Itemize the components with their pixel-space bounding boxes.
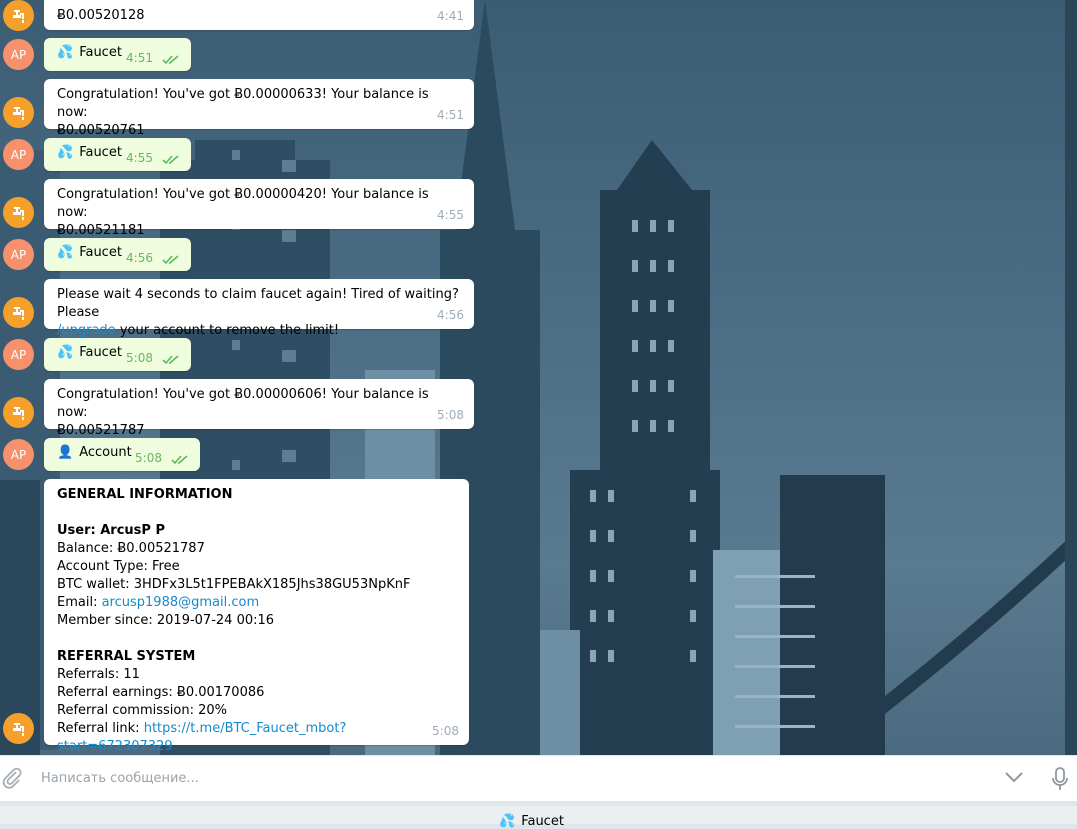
btc-wallet: BTC wallet: 3HDFx3L5t1FPEBAkX185Jhs38GU5… bbox=[57, 577, 411, 592]
user-avatar[interactable]: AP bbox=[3, 339, 34, 370]
message-time: 5:08 bbox=[135, 451, 162, 465]
referral-earnings: Referral earnings: Ƀ0.00170086 bbox=[57, 685, 265, 700]
account-type: Account Type: Free bbox=[57, 559, 180, 574]
message-text: your account to remove the limit! bbox=[115, 323, 340, 338]
balance: Balance: Ƀ0.00521787 bbox=[57, 541, 205, 556]
section-heading: REFERRAL SYSTEM bbox=[57, 649, 196, 664]
droplets-icon: 💦 bbox=[57, 45, 74, 60]
chat-background: Ƀ0.00520128 4:41 AP 💦 Faucet 4:51 Congrat… bbox=[0, 0, 1077, 755]
faucet-tap-icon bbox=[12, 206, 24, 220]
message-text: Account bbox=[79, 445, 132, 460]
double-check-icon bbox=[162, 255, 179, 265]
double-check-icon bbox=[162, 55, 179, 65]
message-time: 4:56 bbox=[437, 308, 464, 322]
droplets-icon: 💦 bbox=[57, 145, 74, 160]
message-time: 4:51 bbox=[437, 108, 464, 122]
message-time: 5:08 bbox=[126, 351, 153, 365]
faucet-tap-icon bbox=[12, 9, 24, 23]
bot-avatar[interactable] bbox=[3, 297, 34, 328]
message-time: 5:08 bbox=[432, 724, 459, 738]
message-text: Faucet bbox=[79, 245, 122, 260]
referral-commission: Referral commission: 20% bbox=[57, 703, 227, 718]
message-text: Congratulation! You've got Ƀ0.00000633! … bbox=[57, 87, 429, 120]
member-since: Member since: 2019-07-24 00:16 bbox=[57, 613, 275, 628]
message-text: Faucet bbox=[79, 345, 122, 360]
message-text: Please wait 4 seconds to claim faucet ag… bbox=[57, 287, 459, 320]
faucet-tap-icon bbox=[12, 722, 24, 736]
faucet-tap-icon bbox=[12, 106, 24, 120]
bot-avatar[interactable] bbox=[3, 713, 34, 744]
droplets-icon: 💦 bbox=[499, 814, 516, 829]
microphone-icon[interactable] bbox=[1050, 767, 1070, 791]
keyboard-button-faucet[interactable]: 💦 Faucet bbox=[499, 814, 564, 829]
section-heading: GENERAL INFORMATION bbox=[57, 487, 233, 502]
bot-avatar[interactable] bbox=[3, 197, 34, 228]
message-text: Ƀ0.00520128 bbox=[57, 8, 145, 23]
double-check-icon bbox=[162, 355, 179, 365]
referral-link-label: Referral link: bbox=[57, 721, 144, 736]
message-time: 4:41 bbox=[437, 9, 464, 23]
email-link[interactable]: arcusp1988@gmail.com bbox=[102, 595, 260, 610]
bot-avatar[interactable] bbox=[3, 0, 34, 31]
message-input[interactable]: Написать сообщение... bbox=[41, 771, 199, 786]
message-composer: Написать сообщение... bbox=[0, 755, 1077, 801]
message-text: Congratulation! You've got Ƀ0.00000420! … bbox=[57, 187, 429, 220]
message-text: Faucet bbox=[79, 145, 122, 160]
faucet-tap-icon bbox=[12, 406, 24, 420]
message-time: 5:08 bbox=[437, 408, 464, 422]
chevron-down-icon[interactable] bbox=[1004, 770, 1024, 784]
user-avatar[interactable]: AP bbox=[3, 139, 34, 170]
message-time: 4:51 bbox=[126, 51, 153, 65]
droplets-icon: 💦 bbox=[57, 345, 74, 360]
user-avatar[interactable]: AP bbox=[3, 439, 34, 470]
double-check-icon bbox=[171, 455, 188, 465]
droplets-icon: 💦 bbox=[57, 245, 74, 260]
message-text: Faucet bbox=[79, 45, 122, 60]
email-label: Email: bbox=[57, 595, 102, 610]
double-check-icon bbox=[162, 155, 179, 165]
faucet-tap-icon bbox=[12, 306, 24, 320]
user-name: User: ArcusP P bbox=[57, 523, 165, 538]
keyboard-button-label: Faucet bbox=[521, 814, 564, 829]
bot-avatar[interactable] bbox=[3, 397, 34, 428]
bot-avatar[interactable] bbox=[3, 97, 34, 128]
account-info-message: GENERAL INFORMATION User: ArcusP P Balan… bbox=[44, 479, 469, 754]
paperclip-icon[interactable] bbox=[0, 766, 24, 790]
message-text: Congratulation! You've got Ƀ0.00000606! … bbox=[57, 387, 429, 420]
message-time: 4:55 bbox=[126, 151, 153, 165]
user-avatar[interactable]: AP bbox=[3, 239, 34, 270]
referrals: Referrals: 11 bbox=[57, 667, 140, 682]
upgrade-command-link[interactable]: /upgrade bbox=[57, 323, 116, 338]
message-time: 4:55 bbox=[437, 208, 464, 222]
account-icon: 👤 bbox=[57, 445, 74, 460]
user-avatar[interactable]: AP bbox=[3, 39, 34, 70]
message-time: 4:56 bbox=[126, 251, 153, 265]
bot-keyboard: 💦 Faucet bbox=[0, 806, 1077, 829]
